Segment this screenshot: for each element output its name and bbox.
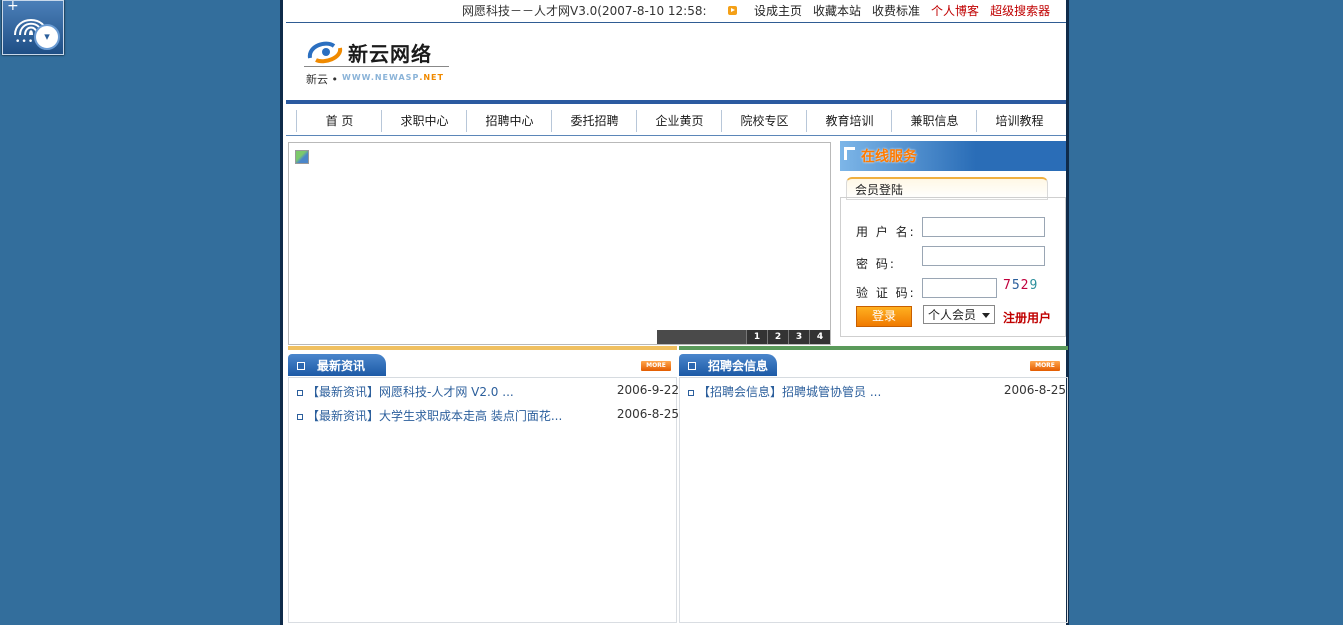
- banner-slideshow[interactable]: 1 2 3 4: [288, 142, 831, 345]
- slide-button-3[interactable]: 3: [788, 330, 809, 344]
- chevron-down-icon[interactable]: ▾: [34, 24, 60, 50]
- job-fair-list: 【招聘会信息】招聘城管协管员 ... 2006-8-25: [679, 378, 1068, 623]
- top-bar: 网愿科技－－人才网V3.0(2007-8-10 12:58: 设成主页 收藏本站收…: [286, 0, 1066, 23]
- desktop-gadget[interactable]: + •••• ▾: [2, 0, 64, 55]
- logo-url-main: WWW.NEWASP: [342, 73, 420, 82]
- username-label: 用 户 名:: [856, 225, 916, 239]
- broken-image-icon: [295, 150, 309, 164]
- nav-item-part-time[interactable]: 兼职信息: [891, 110, 977, 132]
- main-nav: 首 页 求职中心 招聘中心 委托招聘 企业黄页 院校专区 教育培训 兼职信息 培…: [286, 104, 1066, 136]
- logo-url: WWW.NEWASP.NET: [342, 73, 444, 82]
- logo-sub: 新云 •: [306, 73, 338, 86]
- news-panel-bar: [288, 346, 677, 350]
- super-search-link[interactable]: 超级搜索器: [990, 4, 1050, 18]
- password-label: 密 码:: [856, 257, 896, 271]
- news-panel-title: 最新资讯: [317, 359, 366, 373]
- corner-bracket-icon: [844, 147, 855, 160]
- logo-name: 新云网络: [348, 42, 432, 66]
- set-homepage-link[interactable]: 设成主页: [754, 4, 802, 18]
- slide-button-1[interactable]: 1: [746, 330, 767, 344]
- logo-rule: [304, 66, 449, 67]
- list-item[interactable]: 【最新资讯】网愿科技-人才网 V2.0 ... 2006-9-22: [297, 383, 679, 401]
- online-service-title: 在线服务: [861, 149, 917, 165]
- pricing-link[interactable]: 收费标准: [872, 4, 920, 18]
- register-link[interactable]: 注册用户: [1003, 309, 1051, 326]
- captcha-digit: 5: [1011, 278, 1021, 293]
- nav-item-campus[interactable]: 院校专区: [721, 110, 807, 132]
- captcha-digit: 9: [1029, 278, 1039, 293]
- job-fair-item-link[interactable]: 【招聘会信息】招聘城管协管员 ...: [698, 385, 881, 399]
- news-item-date: 2006-8-25: [616, 407, 679, 421]
- nav-item-yellow-pages[interactable]: 企业黄页: [636, 110, 722, 132]
- bullet-icon: [688, 362, 696, 370]
- bookmark-site-link[interactable]: 收藏本站: [813, 4, 861, 18]
- news-item-link[interactable]: 【最新资讯】网愿科技-人才网 V2.0 ...: [307, 385, 514, 399]
- news-item-link[interactable]: 【最新资讯】大学生求职成本走高 装点门面花...: [307, 409, 562, 423]
- member-type-select[interactable]: 个人会员: [923, 305, 995, 324]
- chevron-down-icon: [982, 313, 990, 318]
- slide-button-2[interactable]: 2: [767, 330, 788, 344]
- list-item[interactable]: 【最新资讯】大学生求职成本走高 装点门面花... 2006-8-25: [297, 407, 679, 425]
- news-list: 【最新资讯】网愿科技-人才网 V2.0 ... 2006-9-22 【最新资讯】…: [288, 378, 679, 623]
- job-fair-panel-bar: [679, 346, 1068, 350]
- logo-url-ext: .NET: [419, 73, 444, 82]
- site-logo[interactable]: 新云网络 新云 • WWW.NEWASP.NET: [304, 36, 454, 86]
- member-type-value: 个人会员: [928, 308, 977, 322]
- news-panel-tab: 最新资讯: [288, 354, 386, 376]
- nav-item-job-seeking[interactable]: 求职中心: [381, 110, 467, 132]
- job-fair-panel-tab: 招聘会信息: [679, 354, 777, 376]
- nav-item-home[interactable]: 首 页: [296, 110, 382, 132]
- bullet-square-icon: [688, 389, 694, 396]
- page-frame: 网愿科技－－人才网V3.0(2007-8-10 12:58: 设成主页 收藏本站收…: [280, 0, 1069, 625]
- job-fair-more-button[interactable]: MORE: [1030, 361, 1060, 371]
- captcha-label: 验 证 码:: [856, 286, 916, 300]
- password-field[interactable]: [922, 246, 1045, 266]
- job-fair-item-date: 2006-8-25: [1003, 383, 1066, 397]
- personal-blog-link[interactable]: 个人博客: [931, 4, 979, 18]
- bullet-square-icon: [297, 413, 303, 420]
- captcha-field[interactable]: [922, 278, 997, 298]
- online-service-header: 在线服务: [840, 141, 1066, 171]
- login-form: 用 户 名: 密 码: 验 证 码: 7529 登录 个人会员 注册用户: [840, 197, 1066, 337]
- captcha-image: 7529: [1003, 278, 1038, 293]
- nav-item-tutorials[interactable]: 培训教程: [976, 110, 1062, 132]
- bullet-icon: [297, 362, 305, 370]
- top-links: 设成主页 收藏本站 收费标准 个人博客 超级搜索器: [754, 2, 1061, 19]
- news-panel: 最新资讯 MORE 【最新资讯】网愿科技-人才网 V2.0 ... 2006-9…: [288, 346, 679, 623]
- job-fair-panel: 招聘会信息 MORE 【招聘会信息】招聘城管协管员 ... 2006-8-25: [679, 346, 1068, 623]
- slide-pager-strip: [657, 330, 747, 344]
- news-item-date: 2006-9-22: [616, 383, 679, 397]
- username-field[interactable]: [922, 217, 1045, 237]
- captcha-digit: 7: [1003, 278, 1012, 293]
- news-more-button[interactable]: MORE: [641, 361, 671, 371]
- slide-button-4[interactable]: 4: [809, 330, 830, 344]
- nav-item-recruiting[interactable]: 招聘中心: [466, 110, 552, 132]
- member-login-tab-label: 会员登陆: [855, 183, 904, 197]
- logo-mark-icon: [307, 41, 343, 64]
- nav-item-education[interactable]: 教育培训: [806, 110, 892, 132]
- login-button[interactable]: 登录: [856, 306, 912, 327]
- play-arrow-icon: [728, 6, 737, 15]
- list-item[interactable]: 【招聘会信息】招聘城管协管员 ... 2006-8-25: [688, 383, 1066, 401]
- marquee-ticker: 网愿科技－－人才网V3.0(2007-8-10 12:58:: [462, 4, 707, 18]
- bullet-square-icon: [297, 389, 303, 396]
- nav-item-entrusted[interactable]: 委托招聘: [551, 110, 637, 132]
- job-fair-panel-title: 招聘会信息: [708, 359, 769, 373]
